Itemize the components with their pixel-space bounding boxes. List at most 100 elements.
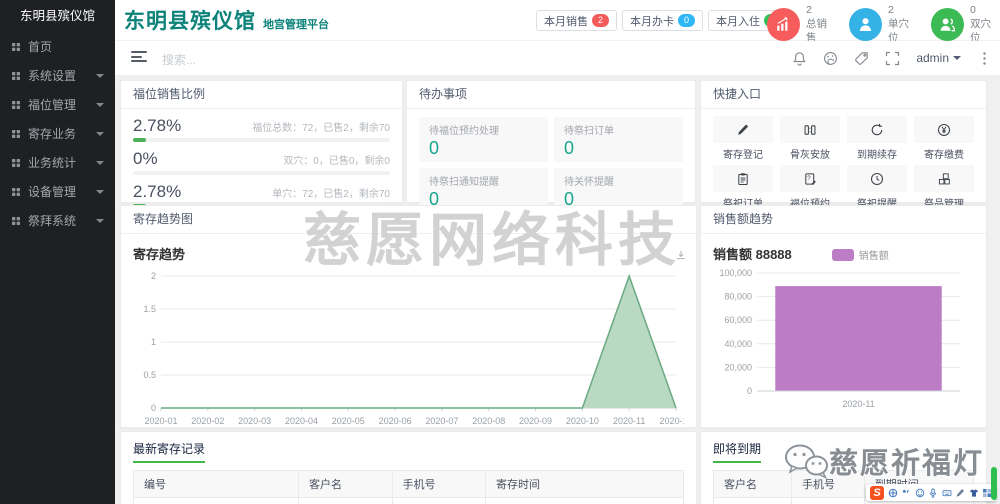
clock-icon [870,172,884,185]
download-icon[interactable] [675,248,687,260]
svg-text:1.5: 1.5 [143,304,156,314]
svg-text:2020-06: 2020-06 [379,416,412,426]
tag-icon[interactable] [854,51,869,66]
deposit-trend-chart: 0 0.5 1 1.5 2 2020-01 2020-02 2020-03 2020-04 202… [143,271,684,426]
sidebar-item-4[interactable]: 业务统计 [0,148,115,177]
main-content: 福位销售比例 2.78% 福位总数：72，已售2，剩余70 0% 双穴：0，已售0，剩… [115,75,1000,504]
ratio-percent: 2.78% [133,182,182,201]
stat-value: 2 [806,4,812,16]
panel-title: 福位销售比例 [121,81,402,109]
stat-circle [767,7,800,41]
search-input[interactable]: 搜索... [162,51,282,68]
month-button-0[interactable]: 本月销售 2 [536,10,617,31]
quick-entry-4[interactable]: 祭祀订单 [713,165,773,210]
chart-title: 销售额 88888 [713,247,792,262]
sidebar-item-3[interactable]: 寄存业务 [0,119,115,148]
quick-entry-3[interactable]: 寄存缴费 [914,116,974,161]
grid-icon [12,42,20,51]
table-cell: 上官童 [713,497,792,504]
sidebar-item-5[interactable]: 设备管理 [0,177,115,206]
svg-text:80,000: 80,000 [724,292,752,302]
quick-entry-grid: 寄存登记 骨灰安放 到期续存 寄存缴费祭祀订单?福位预约祭祀提醒祭品管理 [701,109,986,212]
sidebar-item-label: 首页 [28,40,53,54]
panel-title: 寄存趋势图 [121,206,696,234]
sidebar-item-1[interactable]: 系统设置 [0,61,115,90]
more-menu-icon[interactable] [977,51,992,66]
brand: 东明县殡仪馆 地宫管理平台 [124,5,329,35]
sidebar-item-6[interactable]: 祭拜系统 [0,206,115,235]
toolbar-icons: admin [792,41,992,75]
count-badge: 0 [678,14,695,27]
svg-text:0: 0 [151,403,156,413]
quick-entry-panel: 快捷入口 寄存登记 骨灰安放 到期续存 寄存缴费祭祀订单?福位预约祭祀提醒祭品管理 [700,80,987,210]
quick-entry-box [847,165,907,192]
quick-entry-box: ? [780,165,840,192]
grid-icon [12,71,20,80]
quick-entry-1[interactable]: 骨灰安放 [780,116,840,161]
sogou-logo-icon[interactable]: S [870,485,884,500]
svg-text:60,000: 60,000 [724,315,752,325]
ime-lang-icon[interactable] [888,488,898,498]
quick-entry-2[interactable]: 到期续存 [847,116,907,161]
ime-skin-icon[interactable] [969,488,979,498]
app-title: 东明县殡仪馆 [124,8,256,33]
fullscreen-icon[interactable] [885,51,900,66]
quick-entry-7[interactable]: 祭品管理 [914,165,974,210]
month-button-1[interactable]: 本月办卡 0 [622,10,703,31]
ime-toolbar[interactable]: S [866,484,996,501]
panel-title: 待办事项 [407,81,695,109]
stat-circles: 2 总销售 2 单穴位 0 双穴位 [767,3,1000,46]
svg-text:0: 0 [747,386,752,396]
todo-label: 待祭扫通知提醒 [429,177,499,188]
svg-text:2020-12: 2020-12 [659,416,684,426]
chevron-down-icon [96,73,104,78]
svg-text:2020-02: 2020-02 [191,416,224,426]
quick-entry-box [713,165,773,192]
stat-item-2: 0 双穴位 [931,3,1000,46]
edge-scrollbar-thumb[interactable] [991,467,997,500]
renew-icon [871,123,883,135]
grid-icon [12,158,20,167]
svg-text:2020-03: 2020-03 [238,416,271,426]
svg-text:20,000: 20,000 [724,362,752,372]
collapse-sidebar-icon[interactable] [131,51,147,64]
svg-text:2020-01: 2020-01 [144,416,177,426]
yen-icon [937,123,951,136]
bell-icon[interactable] [792,51,807,66]
svg-text:2020-04: 2020-04 [285,416,318,426]
table-cell [391,497,486,504]
ime-emoji-icon[interactable] [915,488,925,498]
svg-text:100,000: 100,000 [719,268,752,278]
table-cell: REG-186420201114144615 [133,497,299,504]
sidebar-item-2[interactable]: 福位管理 [0,90,115,119]
user-menu[interactable]: admin [916,51,961,65]
sidebar-item-label: 业务统计 [28,156,77,170]
chart-header: 销售额 88888 销售额 [701,234,986,263]
svg-text:2: 2 [151,271,156,281]
sidebar-item-0[interactable]: 首页 [0,32,115,61]
todo-item-0[interactable]: 待福位预约处理 0 [419,117,548,162]
svg-text:2020-05: 2020-05 [332,416,365,426]
ratio-detail: 单穴：72，已售2，剩余70 [272,189,390,200]
table-row[interactable]: REG-186420201114144615哈吉斯 2020-11-14 14:4… [133,497,684,504]
people-icon [940,18,956,32]
quick-entry-box [914,116,974,143]
sales-trend-panel: 销售额趋势 销售额 88888 销售额 0 20,000 40,000 60,000 8… [700,205,987,428]
panel-title: 快捷入口 [701,81,986,109]
ime-mic-icon[interactable] [928,488,938,498]
ime-keyboard-icon[interactable] [942,488,952,498]
ime-punct-icon[interactable] [901,488,911,498]
svg-text:0.5: 0.5 [143,370,156,380]
chevron-down-icon [96,218,104,223]
app-window: 东明县殡仪馆 首页系统设置福位管理 寄存业务业务统计设备管理 祭拜系统 东明县殡仪馆… [0,0,1000,504]
chart-legend[interactable]: 销售额 [831,247,889,262]
goods-icon [938,172,950,184]
sidebar-item-label: 系统设置 [28,69,77,83]
quick-entry-0[interactable]: 寄存登记 [713,116,773,161]
todo-item-1[interactable]: 待祭扫订单 0 [554,117,683,162]
quick-entry-6[interactable]: 祭祀提醒 [847,165,907,210]
theme-icon[interactable] [823,51,838,66]
quick-entry-5[interactable]: ?福位预约 [780,165,840,210]
table-header-cell: 手机号 [391,470,486,498]
ime-handwrite-icon[interactable] [955,488,965,498]
